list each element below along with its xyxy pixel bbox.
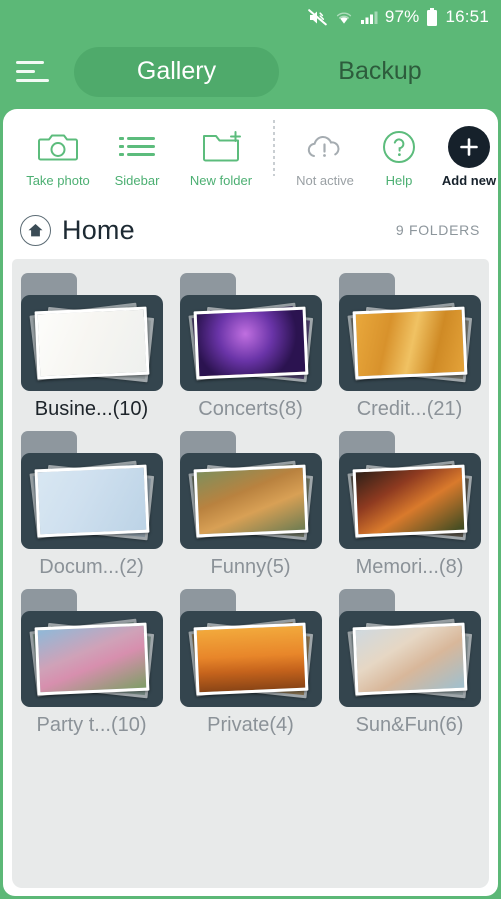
- status-bar: 97% 16:51: [0, 0, 501, 34]
- folder-label: Credit...(21): [356, 398, 463, 420]
- take-photo-button[interactable]: Take photo: [15, 127, 101, 188]
- photo-thumbnail: [193, 464, 308, 538]
- photo-stack-credit-card: [346, 302, 472, 383]
- photo-thumbnail: [193, 622, 308, 696]
- folder-icon: [338, 431, 481, 549]
- folder-grid: Busine...(10) Concerts(8) Credit...(21) Doc…: [12, 273, 489, 737]
- folder-icon: [20, 273, 163, 391]
- folder-label: Funny(5): [210, 556, 291, 578]
- folder-item[interactable]: Funny(5): [171, 431, 330, 579]
- folder-label: Docum...(2): [39, 556, 144, 578]
- folder-item[interactable]: Memori...(8): [330, 431, 489, 579]
- folder-item[interactable]: Party t...(10): [12, 589, 171, 737]
- folder-body: [20, 453, 163, 549]
- sidebar-button[interactable]: Sidebar: [101, 127, 173, 188]
- folder-icon: [20, 589, 163, 707]
- tab-backup-label: Backup: [338, 57, 422, 85]
- list-icon: [117, 127, 157, 167]
- clock-label: 16:51: [445, 7, 489, 26]
- folder-item[interactable]: Credit...(21): [330, 273, 489, 421]
- plus-circle-icon: [448, 125, 490, 168]
- tab-backup[interactable]: Backup: [279, 57, 487, 86]
- folder-item[interactable]: Sun&Fun(6): [330, 589, 489, 737]
- photo-stack-autumn-forest: [346, 460, 472, 541]
- photo-stack-concert-stage: [187, 302, 313, 383]
- help-button[interactable]: Help: [371, 127, 427, 188]
- battery-icon: [426, 7, 438, 27]
- toolbar: Take photo Sidebar New folder Not active…: [3, 109, 498, 201]
- take-photo-label: Take photo: [26, 172, 90, 188]
- folder-body: [20, 295, 163, 391]
- photo-stack-id-document: [28, 460, 154, 541]
- toolbar-divider: [273, 120, 275, 176]
- photo-thumbnail: [34, 306, 149, 380]
- cellular-signal-icon: [360, 10, 378, 25]
- photo-stack-kids-party: [28, 618, 154, 699]
- photo-stack-dog-portrait: [187, 460, 313, 541]
- folder-icon: [338, 589, 481, 707]
- folder-plus-icon: [200, 127, 242, 167]
- page-title: Home: [62, 214, 135, 245]
- folder-label: Private(4): [207, 714, 294, 736]
- folder-label: Party t...(10): [36, 714, 147, 736]
- folder-body: [179, 295, 322, 391]
- help-label: Help: [385, 172, 413, 188]
- folder-body: [338, 453, 481, 549]
- photo-thumbnail: [352, 306, 467, 380]
- folder-icon: [338, 273, 481, 391]
- photo-stack-sunset-couple: [187, 618, 313, 699]
- mute-icon: [308, 8, 328, 26]
- folder-body: [179, 611, 322, 707]
- wifi-icon: [335, 10, 353, 25]
- folder-item[interactable]: Busine...(10): [12, 273, 171, 421]
- content-card: Take photo Sidebar New folder Not active…: [3, 109, 498, 896]
- folder-item[interactable]: Docum...(2): [12, 431, 171, 579]
- folder-icon: [179, 589, 322, 707]
- sidebar-label: Sidebar: [114, 172, 160, 188]
- add-new-label: Add new: [441, 172, 497, 188]
- app-header: Gallery Backup: [0, 34, 501, 109]
- hamburger-menu-icon[interactable]: [16, 50, 60, 94]
- tab-gallery[interactable]: Gallery: [74, 46, 279, 97]
- folder-item[interactable]: Private(4): [171, 589, 330, 737]
- breadcrumb: Home 9 FOLDERS: [3, 201, 498, 259]
- backup-status-label: Not active: [296, 172, 354, 188]
- photo-stack-business-notes: [28, 302, 154, 383]
- folder-label: Sun&Fun(6): [355, 714, 464, 736]
- photo-thumbnail: [193, 306, 308, 380]
- new-folder-label: New folder: [189, 172, 253, 188]
- home-icon[interactable]: [20, 214, 51, 246]
- folder-item[interactable]: Concerts(8): [171, 273, 330, 421]
- add-new-button[interactable]: Add new: [427, 125, 498, 188]
- folder-icon: [179, 431, 322, 549]
- backup-status-button[interactable]: Not active: [279, 127, 371, 188]
- photo-thumbnail: [34, 622, 149, 696]
- folder-icon: [179, 273, 322, 391]
- folder-icon: [20, 431, 163, 549]
- tab-gallery-label: Gallery: [136, 57, 217, 85]
- photo-thumbnail: [352, 464, 467, 538]
- folder-grid-panel: Busine...(10) Concerts(8) Credit...(21) Doc…: [12, 259, 489, 888]
- photo-thumbnail: [352, 622, 467, 696]
- battery-percent-label: 97%: [384, 7, 420, 26]
- cloud-alert-icon: [303, 127, 347, 167]
- photo-thumbnail: [34, 464, 149, 538]
- folder-body: [338, 611, 481, 707]
- folder-count-label: 9 FOLDERS: [395, 222, 480, 238]
- folder-label: Concerts(8): [198, 398, 303, 420]
- folder-label: Busine...(10): [34, 398, 149, 420]
- camera-icon: [38, 127, 78, 167]
- folder-body: [20, 611, 163, 707]
- question-circle-icon: [381, 127, 417, 167]
- folder-label: Memori...(8): [355, 556, 464, 578]
- folder-body: [338, 295, 481, 391]
- new-folder-button[interactable]: New folder: [173, 127, 269, 188]
- photo-stack-beach-couple: [346, 618, 472, 699]
- folder-body: [179, 453, 322, 549]
